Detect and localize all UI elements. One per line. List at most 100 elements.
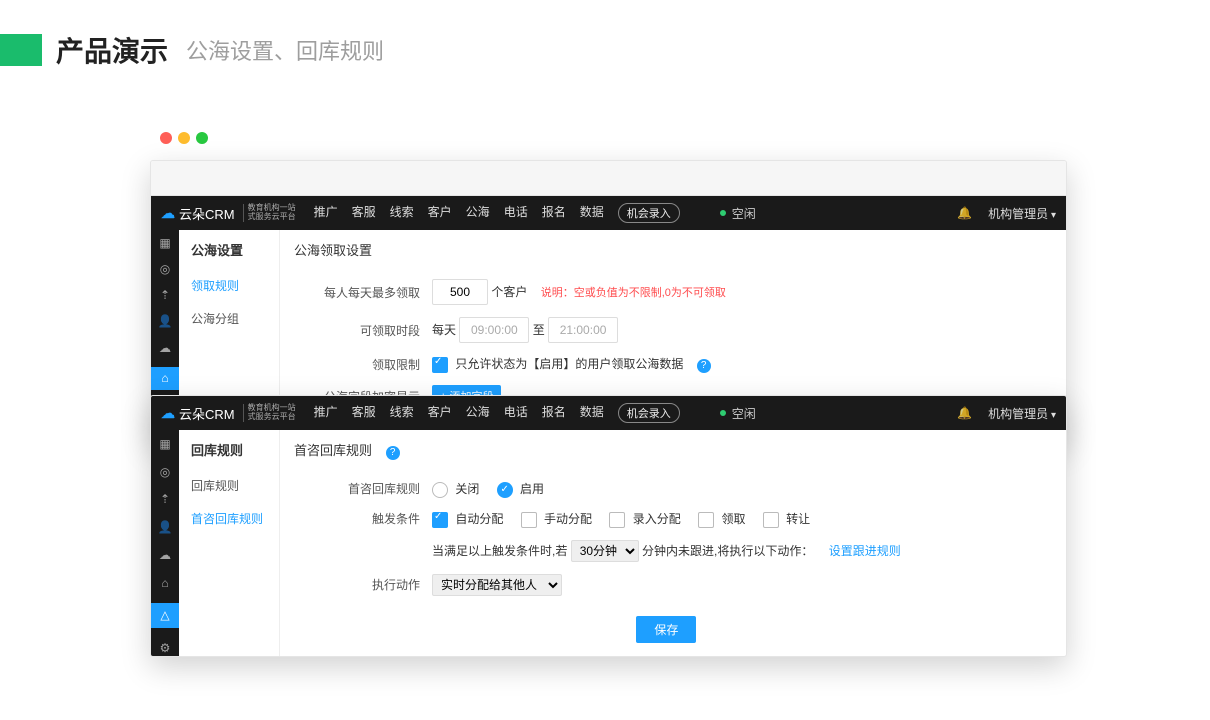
- app-logo: ☁ 云朵CRM 教育机构一站式服务云平台: [161, 204, 296, 223]
- macos-traffic-lights: [160, 132, 208, 144]
- rail-icon[interactable]: ▦: [157, 436, 173, 452]
- nav-item[interactable]: 客户: [428, 203, 452, 223]
- input-time-to[interactable]: [548, 317, 618, 343]
- status-dot-icon: [720, 210, 726, 216]
- checkbox-label: 自动分配: [455, 512, 503, 526]
- checkbox-transfer[interactable]: [763, 512, 779, 528]
- nav-item[interactable]: 公海: [466, 403, 490, 423]
- nav-item[interactable]: 数据: [580, 203, 604, 223]
- status-text: 空闲: [732, 205, 756, 222]
- help-icon[interactable]: ?: [697, 359, 711, 373]
- window-return-rules: ☁ 云朵CRM 教育机构一站式服务云平台 推广 客服 线索 客户 公海 电话 报…: [150, 395, 1067, 657]
- close-icon[interactable]: [160, 132, 172, 144]
- rail-icon[interactable]: ◎: [157, 464, 173, 480]
- rail-icon-active[interactable]: △: [151, 603, 179, 629]
- app-logo: ☁ 云朵CRM 教育机构一站式服务云平台: [161, 404, 296, 423]
- input-max-per-day[interactable]: [432, 279, 488, 305]
- nav-item[interactable]: 推广: [314, 203, 338, 223]
- rule-text-b: 分钟内未跟进,将执行以下动作：: [642, 544, 813, 558]
- status-dot-icon: [720, 410, 726, 416]
- minimize-icon[interactable]: [178, 132, 190, 144]
- icon-rail: ▦ ◎ ⇡ 👤 ☁ ⌂ △ ⚙: [151, 430, 179, 656]
- side-menu-title: 回库规则: [179, 430, 279, 469]
- logo-subtitle: 教育机构一站式服务云平台: [243, 404, 296, 422]
- radio-on-label: 启用: [520, 482, 544, 496]
- logo-brand: 云朵CRM: [179, 404, 235, 423]
- user-role-menu[interactable]: 机构管理员: [988, 205, 1056, 222]
- checkbox-entry-assign[interactable]: [609, 512, 625, 528]
- input-time-from[interactable]: [459, 317, 529, 343]
- label-max-per-day: 每人每天最多领取: [294, 273, 426, 311]
- save-button[interactable]: 保存: [636, 616, 696, 643]
- rail-icon[interactable]: 👤: [157, 314, 173, 328]
- rail-icon[interactable]: ☁: [157, 547, 173, 563]
- logo-subtitle: 教育机构一站式服务云平台: [243, 204, 296, 222]
- status-indicator: 空闲: [720, 205, 756, 222]
- app-topbar: ☁ 云朵CRM 教育机构一站式服务云平台 推广 客服 线索 客户 公海 电话 报…: [151, 196, 1066, 230]
- content-panel: 首咨回库规则 ? 首咨回库规则 关闭 ✓ 启用: [280, 430, 1066, 656]
- status-text: 空闲: [732, 405, 756, 422]
- side-item-sea-groups[interactable]: 公海分组: [179, 302, 279, 335]
- nav-item[interactable]: 数据: [580, 403, 604, 423]
- rail-icon[interactable]: ⌂: [157, 575, 173, 591]
- app-topbar: ☁ 云朵CRM 教育机构一站式服务云平台 推广 客服 线索 客户 公海 电话 报…: [151, 396, 1066, 430]
- slide-title: 产品演示: [56, 30, 168, 70]
- unit-text: 个客户: [491, 285, 527, 299]
- window-chrome: [151, 161, 1066, 196]
- nav-item[interactable]: 推广: [314, 403, 338, 423]
- checkbox-label: 转让: [786, 512, 810, 526]
- checkbox-only-enabled-users[interactable]: [432, 357, 448, 373]
- nav-item[interactable]: 公海: [466, 203, 490, 223]
- link-set-followup-rule[interactable]: 设置跟进规则: [829, 544, 901, 558]
- to-label: 至: [533, 323, 545, 337]
- nav-item[interactable]: 线索: [390, 403, 414, 423]
- side-item-claim-rules[interactable]: 领取规则: [179, 269, 279, 302]
- nav-item[interactable]: 客服: [352, 403, 376, 423]
- side-item-first-consult-return[interactable]: 首咨回库规则: [179, 502, 279, 535]
- help-icon[interactable]: ?: [386, 446, 400, 460]
- rail-icon[interactable]: ⚙: [157, 640, 173, 656]
- checkbox-label: 手动分配: [544, 512, 592, 526]
- nav-item[interactable]: 客户: [428, 403, 452, 423]
- radio-off-label: 关闭: [455, 482, 479, 496]
- nav-chip-opportunity-entry[interactable]: 机会录入: [618, 403, 680, 423]
- rail-icon[interactable]: ▦: [157, 236, 173, 250]
- daily-label: 每天: [432, 323, 456, 337]
- radio-off[interactable]: [432, 482, 448, 498]
- radio-on[interactable]: ✓: [497, 482, 513, 498]
- top-nav: 推广 客服 线索 客户 公海 电话 报名 数据 机会录入: [314, 203, 680, 223]
- side-item-return-rules[interactable]: 回库规则: [179, 469, 279, 502]
- select-minutes[interactable]: 30分钟: [571, 540, 639, 562]
- checkbox-label: 领取: [721, 512, 745, 526]
- nav-item[interactable]: 电话: [504, 203, 528, 223]
- select-execute-action[interactable]: 实时分配给其他人: [432, 574, 562, 596]
- rail-icon[interactable]: ⇡: [157, 492, 173, 508]
- nav-item[interactable]: 报名: [542, 203, 566, 223]
- note-max-per-day: 说明：空或负值为不限制,0为不可领取: [541, 287, 726, 299]
- nav-item[interactable]: 报名: [542, 403, 566, 423]
- zoom-icon[interactable]: [196, 132, 208, 144]
- cloud-icon: ☁: [161, 205, 175, 222]
- content-title: 首咨回库规则: [294, 443, 372, 458]
- slide-accent: [0, 34, 42, 66]
- rail-icon[interactable]: ☁: [157, 341, 173, 355]
- slide-subtitle: 公海设置、回库规则: [186, 34, 384, 66]
- nav-item[interactable]: 线索: [390, 203, 414, 223]
- checkbox-label: 录入分配: [633, 512, 681, 526]
- rail-icon[interactable]: 👤: [157, 519, 173, 535]
- bell-icon[interactable]: [957, 406, 972, 420]
- checkbox-manual-assign[interactable]: [521, 512, 537, 528]
- nav-chip-opportunity-entry[interactable]: 机会录入: [618, 203, 680, 223]
- logo-brand: 云朵CRM: [179, 204, 235, 223]
- label-trigger-conditions: 触发条件: [294, 504, 426, 534]
- nav-item[interactable]: 客服: [352, 203, 376, 223]
- user-role-menu[interactable]: 机构管理员: [988, 405, 1056, 422]
- checkbox-claim[interactable]: [698, 512, 714, 528]
- bell-icon[interactable]: [957, 206, 972, 220]
- rail-icon[interactable]: ◎: [157, 262, 173, 276]
- rail-icon[interactable]: ⇡: [157, 288, 173, 302]
- rail-icon-active[interactable]: ⌂: [151, 367, 179, 390]
- nav-item[interactable]: 电话: [504, 403, 528, 423]
- checkbox-label: 只允许状态为【启用】的用户领取公海数据: [455, 357, 683, 371]
- checkbox-auto-assign[interactable]: [432, 512, 448, 528]
